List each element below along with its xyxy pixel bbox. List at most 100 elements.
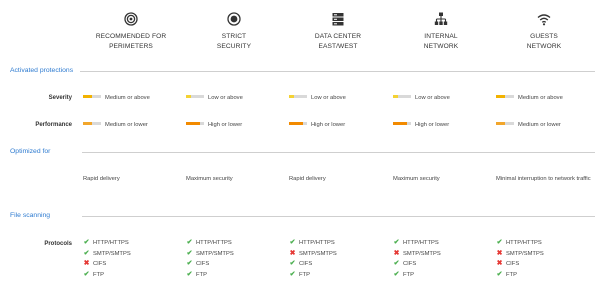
severity-cell: Medium or above: [496, 94, 563, 102]
cross-icon: ✖: [289, 249, 296, 257]
target-icon: [124, 12, 138, 26]
section-title: Activated protections: [10, 67, 74, 74]
protocol-name: HTTP/HTTPS: [403, 240, 439, 246]
profile-internal-network: INTERNAL NETWORK: [389, 12, 493, 52]
check-icon: ✔: [186, 260, 193, 267]
protocol-item: ✖ SMTP/SMTPS: [496, 249, 544, 260]
protocol-name: SMTP/SMTPS: [93, 250, 131, 257]
section-divider: [82, 216, 595, 217]
performance-bar: [393, 121, 411, 125]
protocol-item: ✔ CIFS: [186, 259, 234, 270]
protocol-name: FTP: [93, 271, 104, 278]
check-icon: ✔: [186, 249, 193, 257]
check-icon: ✔: [393, 239, 400, 246]
protocol-item: ✔ HTTP/HTTPS: [393, 238, 441, 249]
protocol-name: HTTP/HTTPS: [196, 240, 232, 246]
check-icon: ✔: [186, 270, 193, 278]
protocol-item: ✔ FTP: [393, 270, 441, 281]
performance-cell: High or lower: [393, 121, 449, 129]
section-file-scanning: File scanning: [10, 211, 595, 221]
performance-value: Medium or lower: [105, 122, 148, 128]
section-title: Optimized for: [10, 148, 51, 155]
protocol-list: ✔ HTTP/HTTPS ✖ SMTP/SMTPS ✔ CIFS ✔ FTP: [289, 238, 337, 280]
check-icon: ✔: [186, 239, 193, 246]
profile-title: RECOMMENDED FOR PERIMETERS: [95, 33, 167, 50]
performance-cell: Medium or lower: [496, 121, 561, 129]
protocol-item: ✔ CIFS: [289, 259, 337, 270]
severity-bar: [496, 94, 514, 98]
section-divider: [82, 152, 595, 153]
performance-bar: [186, 121, 204, 125]
severity-value: Medium or above: [105, 95, 150, 101]
protocol-item: ✔ HTTP/HTTPS: [496, 238, 544, 249]
server-icon: [332, 13, 344, 26]
performance-value: High or lower: [311, 122, 346, 128]
protocol-item: ✔ FTP: [496, 270, 544, 281]
protocol-name: HTTP/HTTPS: [299, 240, 335, 246]
bar-fill: [186, 121, 200, 125]
performance-cell: Medium or lower: [83, 121, 148, 129]
protocol-item: ✔ CIFS: [393, 259, 441, 270]
section-optimized-for: Optimized for: [10, 147, 595, 157]
shield-circle-icon: [227, 12, 241, 26]
profile-title: GUESTS NETWORK: [526, 33, 562, 50]
protocol-name: FTP: [403, 271, 414, 278]
performance-label: Performance: [35, 122, 72, 128]
performance-bar: [289, 121, 307, 125]
protocol-list: ✔ HTTP/HTTPS ✖ SMTP/SMTPS ✖ CIFS ✔ FTP: [496, 238, 544, 280]
bar-fill: [289, 94, 294, 98]
protocol-list: ✔ HTTP/HTTPS ✔ SMTP/SMTPS ✔ CIFS ✔ FTP: [186, 238, 234, 280]
performance-value: Medium or lower: [518, 122, 561, 128]
profile-recommended-perimeters: RECOMMENDED FOR PERIMETERS: [79, 12, 183, 52]
protocol-name: FTP: [196, 271, 207, 278]
check-icon: ✔: [83, 249, 90, 257]
optimized-cell: Rapid delivery: [289, 176, 326, 182]
performance-cell: High or lower: [186, 121, 242, 129]
optimized-cell: Maximum security: [393, 176, 440, 182]
protocol-item: ✖ CIFS: [496, 259, 544, 270]
section-title: File scanning: [10, 212, 51, 219]
bar-fill: [496, 121, 505, 125]
section-divider: [80, 71, 595, 72]
protocol-name: CIFS: [506, 261, 520, 267]
profile-guests-network: GUESTS NETWORK: [492, 12, 596, 52]
protocol-item: ✔ HTTP/HTTPS: [186, 238, 234, 249]
bar-fill: [393, 94, 398, 98]
severity-value: Low or above: [208, 95, 243, 101]
protocol-name: HTTP/HTTPS: [93, 240, 129, 246]
profile-title: INTERNAL NETWORK: [423, 33, 459, 50]
severity-cell: Low or above: [393, 94, 450, 102]
protocol-item: ✖ SMTP/SMTPS: [289, 249, 337, 260]
check-icon: ✔: [496, 239, 503, 246]
severity-bar: [186, 94, 204, 98]
protocol-item: ✔ SMTP/SMTPS: [186, 249, 234, 260]
protocol-list: ✔ HTTP/HTTPS ✖ SMTP/SMTPS ✔ CIFS ✔ FTP: [393, 238, 441, 280]
performance-cell: High or lower: [289, 121, 345, 129]
cross-icon: ✖: [393, 249, 400, 257]
protocol-item: ✔ HTTP/HTTPS: [83, 238, 131, 249]
cross-icon: ✖: [496, 260, 503, 267]
bar-fill: [83, 94, 92, 98]
profile-data-center: DATA CENTER EAST/WEST: [286, 12, 390, 52]
cross-icon: ✖: [83, 260, 90, 267]
protocol-item: ✔ FTP: [83, 270, 131, 281]
protocol-name: CIFS: [403, 261, 417, 267]
optimized-cell: Minimal interruption to network traffic: [496, 176, 591, 182]
cross-icon: ✖: [496, 249, 503, 257]
network-hierarchy-icon: [434, 12, 448, 25]
severity-value: Low or above: [311, 95, 346, 101]
check-icon: ✔: [83, 270, 90, 278]
severity-bar: [393, 94, 411, 98]
check-icon: ✔: [393, 260, 400, 267]
protocol-name: SMTP/SMTPS: [299, 250, 337, 257]
profile-strict-security: STRICT SECURITY: [182, 12, 286, 52]
severity-value: Medium or above: [518, 95, 563, 101]
wifi-icon: [537, 14, 551, 26]
severity-cell: Low or above: [186, 94, 243, 102]
protocol-name: SMTP/SMTPS: [196, 250, 234, 257]
protocol-list: ✔ HTTP/HTTPS ✔ SMTP/SMTPS ✖ CIFS ✔ FTP: [83, 238, 131, 280]
severity-bar: [83, 94, 101, 98]
protocol-name: SMTP/SMTPS: [506, 250, 544, 257]
protocol-name: CIFS: [196, 261, 210, 267]
profile-title: DATA CENTER EAST/WEST: [314, 33, 362, 50]
